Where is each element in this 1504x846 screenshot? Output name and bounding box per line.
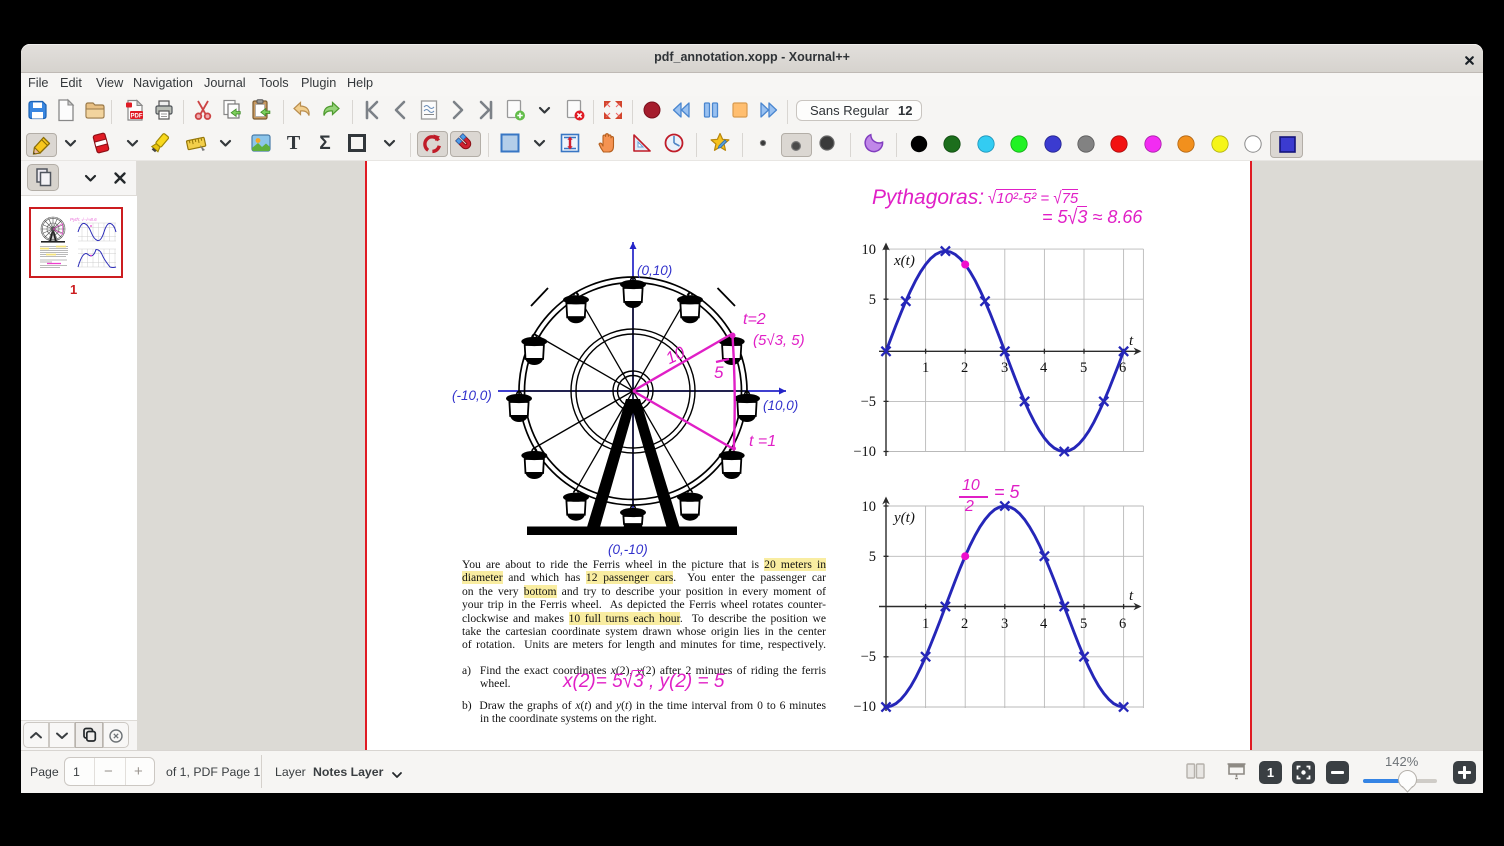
svg-text:10: 10 bbox=[862, 499, 877, 515]
svg-text:10: 10 bbox=[862, 242, 877, 258]
svg-text:5: 5 bbox=[1080, 360, 1087, 376]
svg-text:5: 5 bbox=[1080, 616, 1087, 632]
svg-text:3: 3 bbox=[1001, 616, 1008, 632]
svg-text:2: 2 bbox=[961, 360, 968, 376]
svg-text:4: 4 bbox=[1040, 616, 1048, 632]
svg-text:2: 2 bbox=[961, 616, 968, 632]
svg-text:1: 1 bbox=[922, 616, 929, 632]
svg-text:−10: −10 bbox=[853, 699, 876, 715]
svg-text:PDF: PDF bbox=[131, 114, 143, 120]
svg-text:5: 5 bbox=[869, 292, 876, 308]
svg-text:(-10,0): (-10,0) bbox=[452, 388, 492, 403]
svg-text:x(t): x(t) bbox=[893, 253, 915, 269]
svg-text:(5√3, 5): (5√3, 5) bbox=[753, 332, 805, 349]
svg-text:3: 3 bbox=[1001, 360, 1008, 376]
svg-text:1: 1 bbox=[922, 360, 929, 376]
svg-text:t: t bbox=[1129, 333, 1134, 349]
svg-text:10: 10 bbox=[663, 342, 689, 368]
svg-text:t =1: t =1 bbox=[749, 433, 776, 450]
svg-text:t=2: t=2 bbox=[743, 311, 766, 328]
svg-text:5: 5 bbox=[714, 363, 724, 382]
svg-text:y(t): y(t) bbox=[892, 510, 915, 526]
svg-text:−10: −10 bbox=[853, 444, 876, 460]
svg-text:(10,0): (10,0) bbox=[763, 398, 798, 413]
svg-text:6: 6 bbox=[1119, 360, 1126, 376]
svg-text:Pyth: √-√≈8.6: Pyth: √-√≈8.6 bbox=[70, 217, 97, 222]
svg-text:t: t bbox=[1129, 588, 1134, 604]
svg-text:−5: −5 bbox=[861, 394, 876, 410]
svg-text:6: 6 bbox=[1119, 616, 1126, 632]
svg-text:(0,-10): (0,-10) bbox=[608, 542, 648, 557]
svg-text:5: 5 bbox=[869, 549, 876, 565]
svg-text:(0,10): (0,10) bbox=[637, 263, 672, 278]
svg-text:−5: −5 bbox=[861, 649, 876, 665]
svg-text:4: 4 bbox=[1040, 360, 1048, 376]
